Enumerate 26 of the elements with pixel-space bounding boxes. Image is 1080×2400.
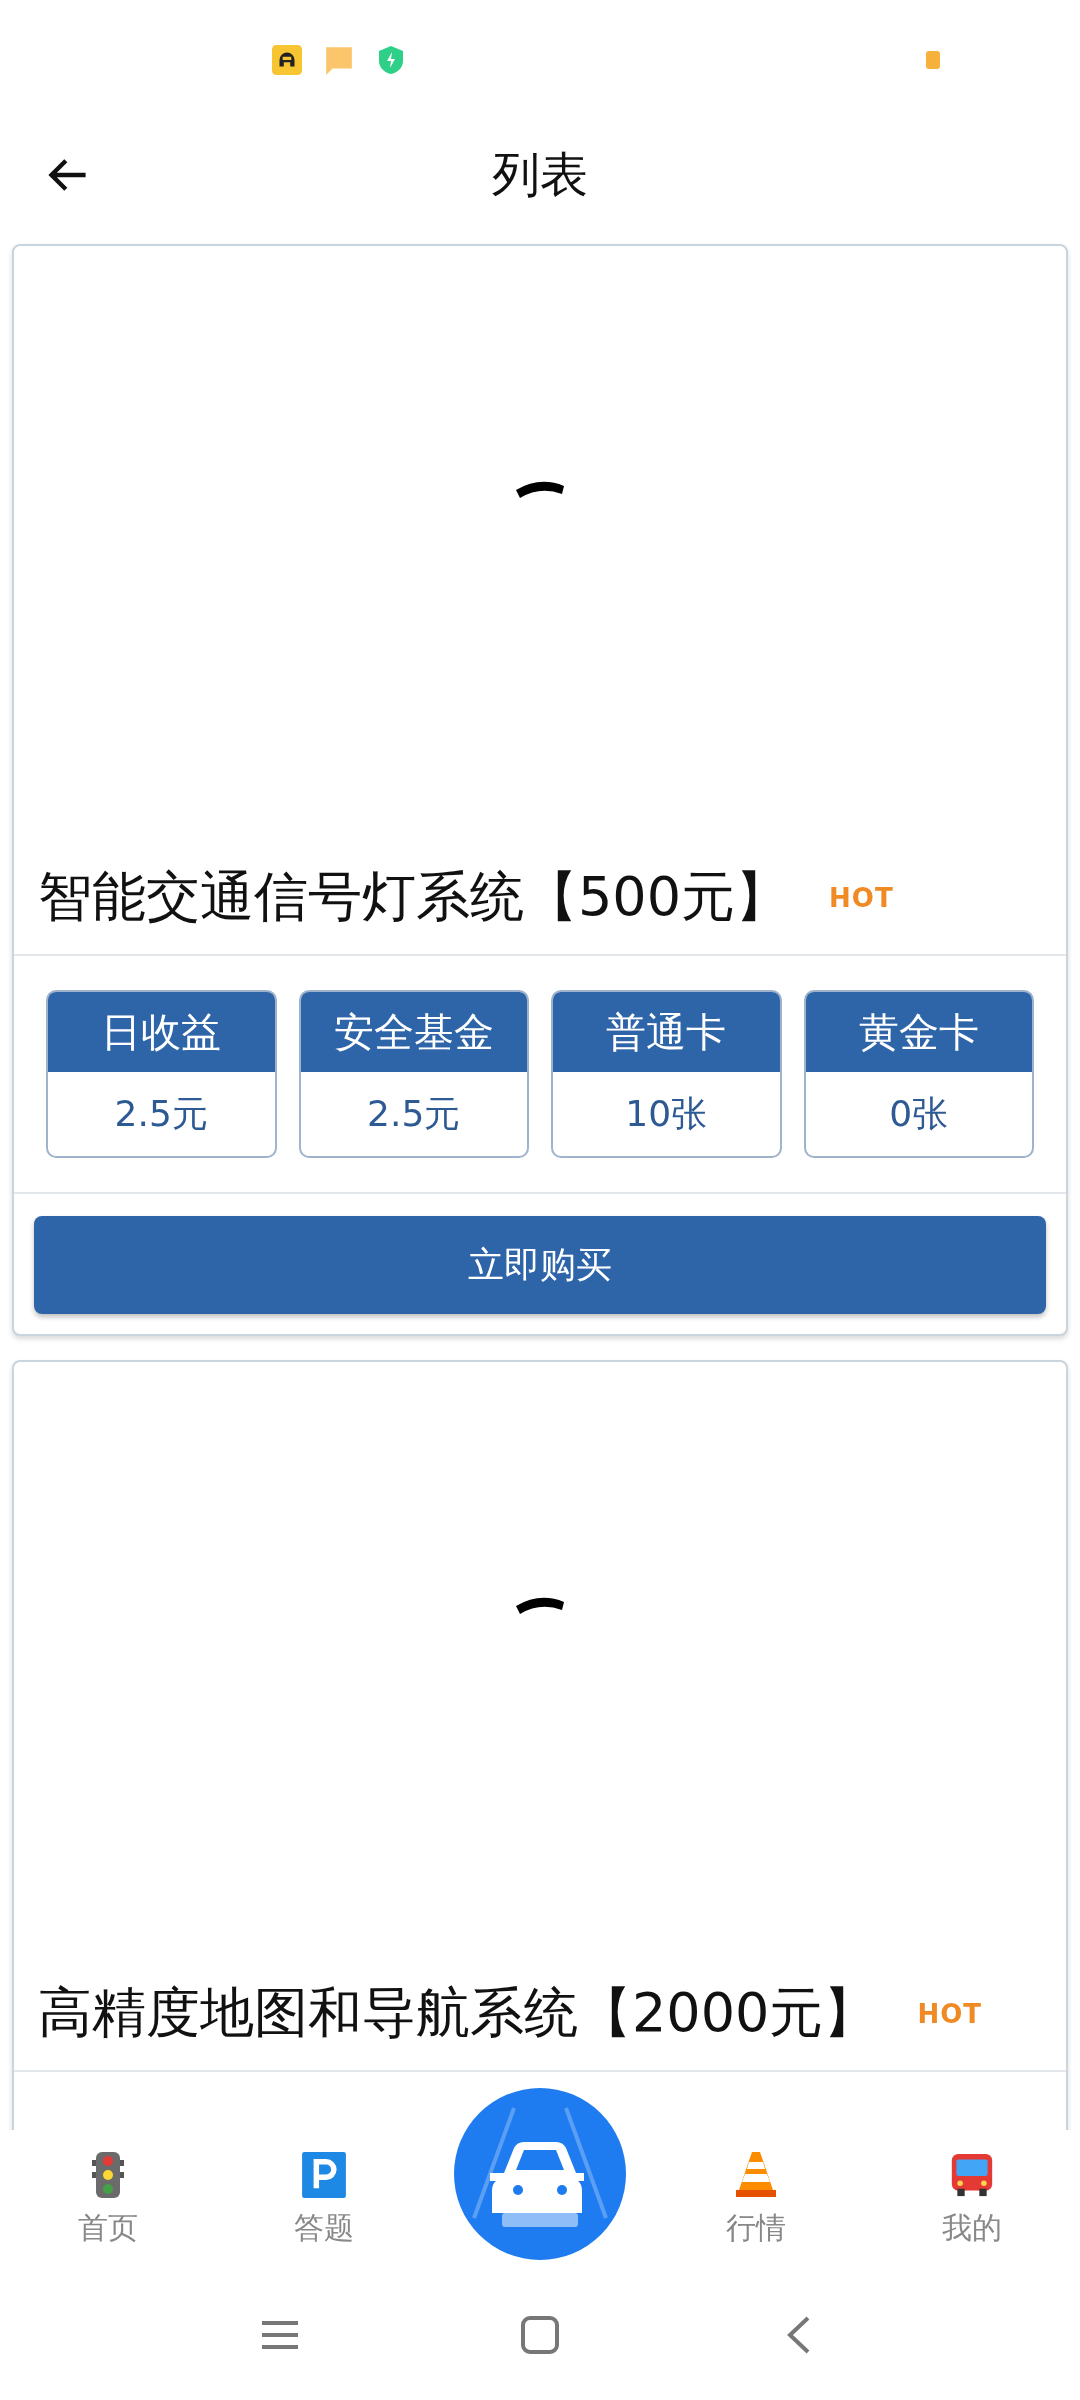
hot-label: HOT — [829, 882, 894, 913]
hot-label: HOT — [917, 1998, 983, 2029]
stat-label: 黄金卡 — [805, 992, 1032, 1072]
battery-icon — [926, 51, 940, 69]
message-icon — [324, 45, 354, 75]
tab-label[interactable]: 行情 — [726, 2207, 786, 2249]
buy-button[interactable]: 立即购买 — [34, 1216, 1046, 1314]
car-icon[interactable] — [454, 2088, 626, 2260]
stat-value: 10张 — [624, 1091, 709, 1136]
parking-sign-icon[interactable] — [302, 2151, 346, 2198]
product-title: 高精度地图和导航系统【2000元】 — [38, 1980, 878, 2046]
stat-label: 日收益 — [48, 992, 275, 1072]
tab-label[interactable]: 答题 — [294, 2207, 354, 2249]
home-icon[interactable] — [520, 2315, 560, 2355]
page-title: 列表 — [492, 145, 588, 204]
stat-label: 普通卡 — [553, 992, 780, 1072]
product-title: 智能交通信号灯系统【500元】 — [38, 864, 790, 930]
shield-icon — [376, 45, 406, 75]
tab-label[interactable]: 首页 — [78, 2207, 138, 2249]
stat-label: 安全基金 — [300, 992, 527, 1072]
traffic-cone-icon[interactable] — [734, 2151, 778, 2198]
bus-icon[interactable] — [950, 2151, 994, 2198]
stat-value: 0张 — [888, 1091, 950, 1136]
stat-value: 2.5元 — [366, 1091, 462, 1136]
stat-value: 2.5元 — [113, 1091, 209, 1136]
tab-label[interactable]: 我的 — [942, 2207, 1002, 2249]
